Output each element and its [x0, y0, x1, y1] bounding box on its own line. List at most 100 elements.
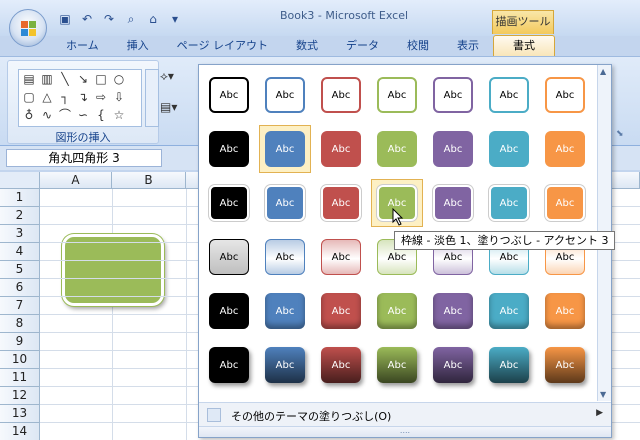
tab-0[interactable]: ホーム: [52, 36, 113, 56]
style-swatch[interactable]: Abc: [209, 77, 249, 113]
line-icon[interactable]: ╲: [57, 72, 73, 86]
row-header[interactable]: 10: [0, 351, 40, 369]
customize-icon[interactable]: ▾: [166, 11, 184, 27]
save-icon[interactable]: ▣: [56, 11, 74, 27]
style-swatch[interactable]: Abc: [489, 293, 529, 329]
redo-icon[interactable]: ↷: [100, 11, 118, 27]
edit-shape-tools: ⟡▾ ▤▾: [160, 69, 177, 114]
more-theme-fills-menu-item[interactable]: その他のテーマの塗りつぶし(O) ▶: [199, 402, 611, 426]
undo-icon[interactable]: ↶: [78, 11, 96, 27]
style-swatch[interactable]: Abc: [377, 347, 417, 383]
style-swatch[interactable]: Abc: [377, 293, 417, 329]
style-swatch[interactable]: Abc: [321, 185, 361, 221]
style-swatch[interactable]: Abc: [209, 293, 249, 329]
scroll-up-icon[interactable]: ▲: [600, 67, 606, 76]
freeform-icon[interactable]: ♁: [21, 108, 37, 122]
style-swatch[interactable]: Abc: [545, 131, 585, 167]
arc-icon[interactable]: ⌒: [57, 108, 73, 122]
office-button[interactable]: [9, 9, 47, 47]
row-header[interactable]: 5: [0, 261, 40, 279]
rounded-rectangle-icon[interactable]: ▢: [21, 90, 37, 104]
tab-format[interactable]: 書式: [493, 35, 555, 57]
star-icon[interactable]: ☆: [111, 108, 127, 122]
row-header[interactable]: 9: [0, 333, 40, 351]
submenu-arrow-icon: ▶: [596, 408, 603, 418]
triangle-icon[interactable]: △: [39, 90, 55, 104]
vertical-textbox-icon[interactable]: ▥: [39, 72, 55, 86]
open-icon[interactable]: ⌂: [144, 11, 162, 27]
style-swatch[interactable]: Abc: [377, 131, 417, 167]
style-swatch[interactable]: Abc: [545, 347, 585, 383]
style-swatch[interactable]: Abc: [321, 131, 361, 167]
style-swatch[interactable]: Abc: [433, 185, 473, 221]
style-swatch[interactable]: Abc: [321, 239, 361, 275]
row-header[interactable]: 7: [0, 297, 40, 315]
style-swatch[interactable]: Abc: [489, 347, 529, 383]
brace-icon[interactable]: {: [93, 108, 109, 122]
gallery-resize-grip[interactable]: ....: [199, 426, 611, 437]
tab-5[interactable]: 校閲: [393, 36, 443, 56]
style-swatch[interactable]: Abc: [545, 185, 585, 221]
style-swatch[interactable]: Abc: [489, 185, 529, 221]
shapes-gallery[interactable]: ▤ ▥ ╲ ↘ □ ○ ▢ △ ┐ ↴ ⇨ ⇩ ♁ ∿ ⌒ ∽ { ☆: [18, 69, 142, 127]
down-arrow-icon[interactable]: ⇩: [111, 90, 127, 104]
scribble-icon[interactable]: ∿: [39, 108, 55, 122]
row-header[interactable]: 11: [0, 369, 40, 387]
row-header[interactable]: 3: [0, 225, 40, 243]
style-swatch[interactable]: Abc: [545, 293, 585, 329]
style-swatch[interactable]: Abc: [433, 131, 473, 167]
style-swatch[interactable]: Abc: [265, 347, 305, 383]
textbox-icon[interactable]: ▤: [21, 72, 37, 86]
style-swatch[interactable]: Abc: [209, 185, 249, 221]
rectangle-icon[interactable]: □: [93, 72, 109, 86]
row-header[interactable]: 8: [0, 315, 40, 333]
select-all-corner[interactable]: [0, 172, 40, 189]
style-swatch[interactable]: Abc: [489, 77, 529, 113]
print-preview-icon[interactable]: ⌕: [122, 11, 140, 27]
style-swatch[interactable]: Abc: [265, 293, 305, 329]
style-swatch[interactable]: Abc: [321, 347, 361, 383]
row-header[interactable]: 2: [0, 207, 40, 225]
row-header[interactable]: 1: [0, 189, 40, 207]
style-swatch[interactable]: Abc: [377, 77, 417, 113]
tab-1[interactable]: 挿入: [113, 36, 163, 56]
edit-points-icon[interactable]: ⟡▾: [160, 69, 177, 84]
name-box[interactable]: 角丸四角形 3: [6, 149, 162, 167]
tab-2[interactable]: ページ レイアウト: [163, 36, 282, 56]
style-swatch[interactable]: Abc: [265, 185, 305, 221]
style-swatch[interactable]: Abc: [209, 131, 249, 167]
style-swatch[interactable]: Abc: [209, 347, 249, 383]
row-header[interactable]: 12: [0, 387, 40, 405]
style-swatch[interactable]: Abc: [433, 77, 473, 113]
row-header[interactable]: 14: [0, 423, 40, 440]
dialog-launcher-icon[interactable]: ⬊: [616, 129, 624, 139]
column-header[interactable]: B: [112, 172, 186, 189]
style-swatch[interactable]: Abc: [433, 293, 473, 329]
right-arrow-icon[interactable]: ⇨: [93, 90, 109, 104]
style-swatch[interactable]: Abc: [321, 77, 361, 113]
text-box-dropdown-icon[interactable]: ▤▾: [160, 100, 177, 114]
column-header[interactable]: A: [40, 172, 112, 189]
style-swatch[interactable]: Abc: [265, 77, 305, 113]
style-swatch[interactable]: Abc: [321, 293, 361, 329]
elbow-connector-icon[interactable]: ┐: [57, 90, 73, 104]
insert-shapes-group-label: 図形の挿入: [55, 131, 111, 144]
tab-3[interactable]: 数式: [282, 36, 332, 56]
style-swatch[interactable]: Abc: [433, 347, 473, 383]
style-swatch[interactable]: Abc: [265, 239, 305, 275]
tab-4[interactable]: データ: [332, 36, 393, 56]
tab-6[interactable]: 表示: [443, 36, 493, 56]
style-swatch[interactable]: Abc: [265, 131, 305, 167]
style-swatch[interactable]: Abc: [545, 77, 585, 113]
curve-icon[interactable]: ∽: [75, 108, 91, 122]
scroll-down-icon[interactable]: ▼: [600, 390, 606, 399]
shapes-gallery-scroll[interactable]: [145, 69, 159, 127]
row-header[interactable]: 6: [0, 279, 40, 297]
arrow-line-icon[interactable]: ↘: [75, 72, 91, 86]
style-swatch[interactable]: Abc: [489, 131, 529, 167]
elbow-arrow-icon[interactable]: ↴: [75, 90, 91, 104]
row-header[interactable]: 13: [0, 405, 40, 423]
style-swatch[interactable]: Abc: [209, 239, 249, 275]
oval-icon[interactable]: ○: [111, 72, 127, 86]
row-header[interactable]: 4: [0, 243, 40, 261]
